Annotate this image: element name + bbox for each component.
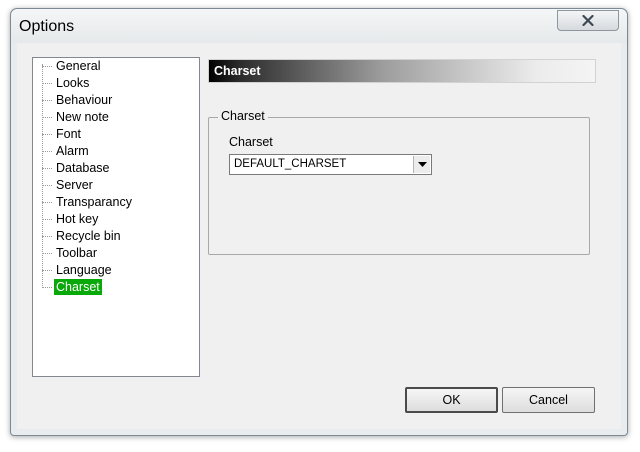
tree-item-label: Charset (54, 279, 102, 295)
tree-item-looks[interactable]: Looks (33, 75, 193, 91)
tree-item-label: Server (56, 178, 93, 192)
close-button[interactable] (557, 10, 619, 31)
dialog-body: General Looks Behaviour New note Font Al… (17, 43, 621, 429)
groupbox-title: Charset (218, 109, 268, 123)
close-icon (582, 15, 594, 26)
tree-item-database[interactable]: Database (33, 160, 193, 176)
tree-item-general[interactable]: General (33, 58, 193, 74)
cancel-button[interactable]: Cancel (502, 387, 595, 413)
tree-item-label: Language (56, 263, 112, 277)
tree-item-label: General (56, 59, 101, 73)
tree-item-server[interactable]: Server (33, 177, 193, 193)
tree-item-behaviour[interactable]: Behaviour (33, 92, 193, 108)
charset-groupbox: Charset Charset DEFAULT_CHARSET (208, 109, 590, 255)
tree-item-recycle-bin[interactable]: Recycle bin (33, 228, 193, 244)
panel-header: Charset (208, 59, 596, 83)
tree-item-label: Transparancy (56, 195, 132, 209)
tree-item-charset[interactable]: Charset (33, 279, 193, 295)
options-dialog: Options General Looks Behaviour New note… (10, 8, 628, 436)
tree-item-new-note[interactable]: New note (33, 109, 193, 125)
charset-dropdown[interactable]: DEFAULT_CHARSET (229, 154, 432, 175)
tree-item-label: Toolbar (56, 246, 97, 260)
chevron-down-icon (417, 162, 427, 167)
tree-item-label: New note (56, 110, 109, 124)
tree-item-language[interactable]: Language (33, 262, 193, 278)
tree-item-transparancy[interactable]: Transparancy (33, 194, 193, 210)
title-bar[interactable]: Options (11, 9, 627, 43)
tree-item-label: Alarm (56, 144, 89, 158)
tree-item-font[interactable]: Font (33, 126, 193, 142)
dropdown-button[interactable] (413, 156, 430, 173)
tree-item-label: Looks (56, 76, 90, 90)
charset-selected-value: DEFAULT_CHARSET (234, 158, 347, 170)
panel-header-title: Charset (214, 64, 261, 78)
options-tree[interactable]: General Looks Behaviour New note Font Al… (32, 57, 200, 377)
tree-item-label: Hot key (56, 212, 99, 226)
window-title: Options (19, 18, 75, 35)
tree-item-label: Font (56, 127, 82, 141)
charset-label: Charset (229, 135, 273, 149)
ok-button[interactable]: OK (405, 387, 498, 413)
tree-item-label: Recycle bin (56, 229, 121, 243)
tree-item-alarm[interactable]: Alarm (33, 143, 193, 159)
tree-item-label: Behaviour (56, 93, 113, 107)
tree-item-label: Database (56, 161, 110, 175)
tree-item-toolbar[interactable]: Toolbar (33, 245, 193, 261)
tree-item-hot-key[interactable]: Hot key (33, 211, 193, 227)
